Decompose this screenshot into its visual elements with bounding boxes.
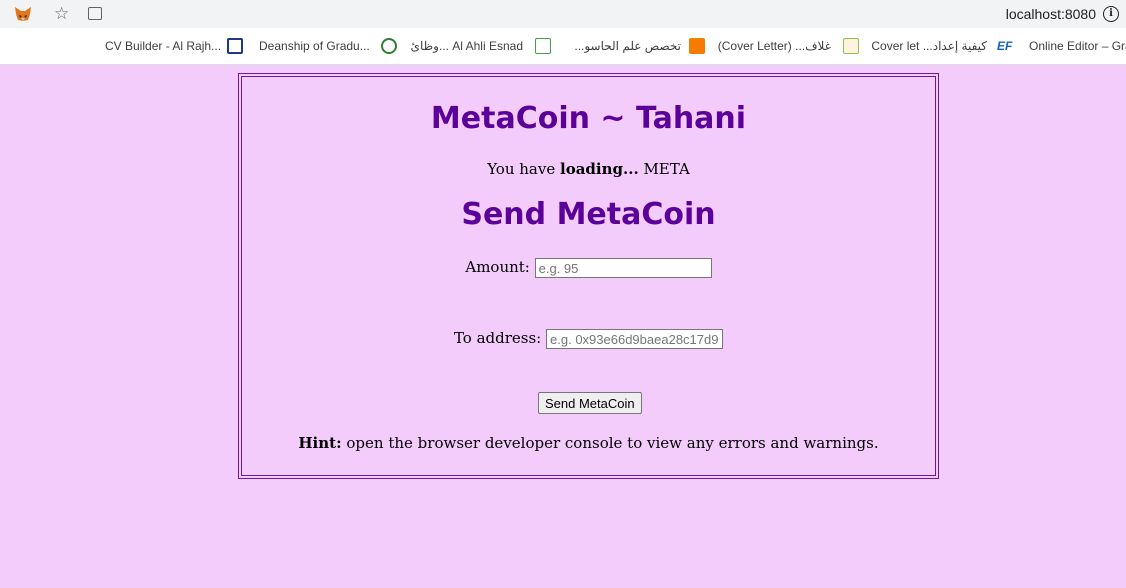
extension-icon[interactable]	[88, 7, 102, 20]
balance-prefix: You have	[487, 160, 556, 178]
send-metacoin-button[interactable]: Send MetaCoin	[538, 392, 642, 414]
metamask-fox-icon[interactable]	[14, 6, 32, 22]
bookmark-online-editor[interactable]: Online Editor – Gra	[1029, 39, 1126, 53]
address-bar-url[interactable]: localhost:8080	[1006, 6, 1096, 22]
image-icon	[843, 38, 859, 54]
amount-row: Amount:	[242, 256, 935, 278]
site-info-icon[interactable]: i	[1103, 6, 1119, 22]
amount-label: Amount:	[465, 258, 530, 276]
bookmark-cover-letter[interactable]: غلاف... (Cover Letter)	[718, 39, 831, 53]
hint-message: open the browser developer console to vi…	[346, 434, 879, 452]
hint-label: Hint:	[298, 434, 342, 452]
bookmark-cover-let-how[interactable]: كيفية إعداد... Cover let	[871, 39, 987, 53]
balance-line: You have loading... META	[242, 160, 935, 178]
bookmark-cv-builder[interactable]: CV Builder - Al Rajh...	[105, 39, 221, 53]
bookmark-cs-major[interactable]: تخصص علم الحاسو...	[574, 39, 681, 53]
send-heading: Send MetaCoin	[461, 197, 716, 232]
hint-text: Hint: open the browser developer console…	[242, 434, 935, 452]
bookmark-deanship[interactable]: Deanship of Gradu...	[259, 39, 370, 53]
to-address-input[interactable]	[546, 329, 724, 349]
balance-value: loading...	[560, 160, 639, 178]
browser-toolbar: ☆ localhost:8080 i	[0, 0, 1126, 28]
bookmarks-bar: CV Builder - Al Rajh... Deanship of Grad…	[0, 28, 1126, 65]
blogger-icon	[689, 38, 705, 54]
ef-icon: EF	[997, 39, 1013, 53]
bank-icon	[227, 38, 243, 54]
to-address-label: To address:	[453, 329, 542, 347]
bookmark-al-ahli[interactable]: Al Ahli Esnad ...وظائ	[411, 39, 523, 53]
bookmark-star-icon[interactable]: ☆	[54, 4, 69, 24]
metacoin-panel: MetaCoin ~ Tahani You have loading... ME…	[238, 73, 939, 479]
page-title: MetaCoin ~ Tahani	[430, 101, 747, 136]
balance-unit: META	[643, 160, 690, 178]
ahli-icon	[535, 38, 551, 54]
to-address-row: To address:	[242, 327, 935, 349]
university-seal-icon	[381, 38, 397, 54]
amount-input[interactable]	[534, 258, 712, 278]
